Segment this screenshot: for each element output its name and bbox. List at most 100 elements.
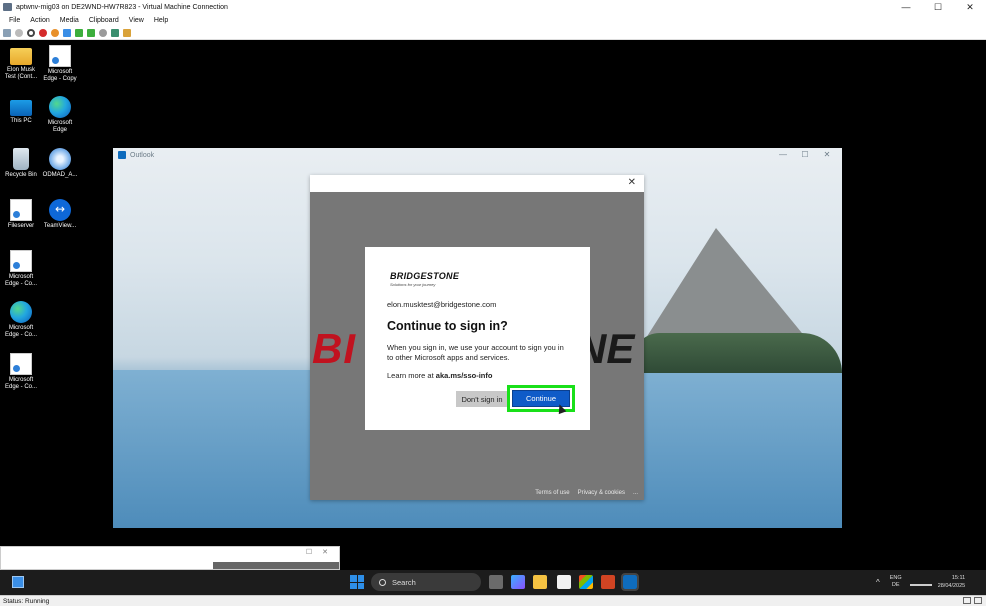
tray-overflow-icon[interactable]: ^ xyxy=(876,578,880,587)
privacy-link[interactable]: Privacy & cookies xyxy=(578,490,625,496)
vm-window-title: aptwnv-mig03 on DE2WND-HW7R823 - Virtual… xyxy=(16,3,228,11)
system-tray: ^ ENG DE 15:11 28/04/2025 xyxy=(876,574,965,590)
desktop-icon-edge-co-1[interactable]: Microsoft Edge - Co... xyxy=(1,250,41,288)
desktop-icon-edge-copy[interactable]: Microsoft Edge - Copy xyxy=(40,45,80,83)
vm-menubar: File Action Media Clipboard View Help xyxy=(0,14,986,26)
clock-date: 28/04/2025 xyxy=(937,583,966,589)
account-email: elon.musktest@bridgestone.com xyxy=(387,300,497,309)
outlook-titlebar: Outlook — ☐ ✕ xyxy=(113,148,842,162)
logo-wordmark: BRIDGESTONE xyxy=(390,271,460,281)
vm-titlebar: aptwnv-mig03 on DE2WND-HW7R823 - Virtual… xyxy=(0,0,986,14)
enhanced-session-icon[interactable] xyxy=(123,28,131,37)
edge-icon xyxy=(10,301,32,323)
start-tile xyxy=(357,575,364,582)
pause-icon[interactable] xyxy=(63,28,71,37)
desktop-icon-this-pc[interactable]: This PC xyxy=(1,96,41,125)
keyboard-layout: DE xyxy=(891,582,900,588)
turn-off-icon[interactable] xyxy=(27,28,35,37)
menu-media[interactable]: Media xyxy=(60,17,79,24)
file-shortcut-icon xyxy=(10,199,32,221)
file-explorer-icon[interactable] xyxy=(533,575,547,589)
outlook-title: Outlook xyxy=(130,151,155,159)
keyboard-icon xyxy=(963,597,971,604)
revert-icon[interactable] xyxy=(99,28,107,37)
desktop-icon-label: Recycle Bin xyxy=(5,172,37,178)
desktop-icon-label: Elon Musk Test (Cont... xyxy=(4,67,38,80)
desktop-icon-label: TeamView... xyxy=(43,223,77,229)
desktop-icon-edge-co-2[interactable]: Microsoft Edge - Co... xyxy=(1,301,41,339)
resume-icon[interactable] xyxy=(75,28,83,37)
desktop-icon-fileserver[interactable]: Fileserver xyxy=(1,199,41,230)
file-shortcut-icon xyxy=(49,45,71,67)
lock-icon xyxy=(974,597,982,604)
ctrl-alt-del-icon[interactable] xyxy=(3,28,11,37)
shutdown-icon[interactable] xyxy=(39,28,47,37)
language-indicator[interactable]: ENG DE xyxy=(890,575,902,589)
clock[interactable]: 15:11 28/04/2025 xyxy=(938,574,966,590)
file-shortcut-icon xyxy=(10,353,32,375)
more-options-icon[interactable]: ... xyxy=(633,490,638,496)
powerpoint-icon[interactable] xyxy=(601,575,615,589)
recycle-bin-icon xyxy=(13,148,29,170)
checkpoint-icon[interactable] xyxy=(111,28,119,37)
menu-action[interactable]: Action xyxy=(30,17,49,24)
brand-watermark-left: BI xyxy=(312,325,356,372)
taskbar-search[interactable]: Search xyxy=(371,573,481,591)
dont-sign-in-button[interactable]: Don't sign in xyxy=(456,391,508,407)
vm-status-text: Status: Running xyxy=(3,597,50,605)
maximize-icon[interactable]: ☐ xyxy=(301,548,317,556)
horizontal-scrollbar[interactable] xyxy=(213,562,339,569)
maximize-icon[interactable]: ☐ xyxy=(794,148,816,162)
terms-link[interactable]: Terms of use xyxy=(535,490,569,496)
background-window-controls: ☐ ✕ xyxy=(301,548,333,556)
desktop-icon-edge-co-3[interactable]: Microsoft Edge - Co... xyxy=(1,353,41,391)
vm-app-icon xyxy=(3,3,12,11)
menu-file[interactable]: File xyxy=(9,17,20,24)
start-vm-icon[interactable] xyxy=(15,28,23,37)
learn-more-text: Learn more at aka.ms/sso-info xyxy=(387,371,492,380)
close-icon[interactable]: ✕ xyxy=(628,177,636,188)
copilot-icon[interactable] xyxy=(511,575,525,589)
desktop-icon-edge[interactable]: Microsoft Edge xyxy=(40,96,80,134)
minimize-icon[interactable]: — xyxy=(890,0,922,14)
desktop-icon-teamviewer[interactable]: TeamView... xyxy=(40,199,80,230)
desktop-icon-label: ODMAD_A... xyxy=(42,172,78,178)
mountain-shape xyxy=(646,228,806,338)
network-volume-icon[interactable] xyxy=(909,578,932,586)
start-button[interactable] xyxy=(350,575,364,589)
statusbar-icons xyxy=(960,597,982,604)
maximize-icon[interactable]: ☐ xyxy=(922,0,954,14)
taskbar-widget-icon[interactable] xyxy=(12,576,24,588)
learn-more-prefix: Learn more at xyxy=(387,371,436,380)
learn-more-link[interactable]: aka.ms/sso-info xyxy=(436,371,493,380)
minimize-icon[interactable]: — xyxy=(772,148,794,162)
close-icon[interactable]: ✕ xyxy=(816,148,838,162)
search-placeholder: Search xyxy=(392,577,416,587)
store-icon[interactable] xyxy=(579,575,593,589)
close-icon[interactable]: ✕ xyxy=(954,0,986,14)
menu-help[interactable]: Help xyxy=(154,17,168,24)
menu-view[interactable]: View xyxy=(129,17,144,24)
desktop-icon-label: Microsoft Edge - Co... xyxy=(4,377,37,390)
start-tile xyxy=(357,582,364,589)
reset-icon[interactable] xyxy=(87,28,95,37)
logo-tagline: Solutions for your journey xyxy=(390,282,436,287)
save-state-icon[interactable] xyxy=(51,28,59,37)
signin-card: BRIDGESTONE Solutions for your journey e… xyxy=(365,247,590,430)
desktop-icon-elon-musk-test[interactable]: Elon Musk Test (Cont... xyxy=(1,45,41,81)
desktop-icon-label: Microsoft Edge - Copy xyxy=(43,69,77,82)
desktop-icon-recycle-bin[interactable]: Recycle Bin xyxy=(1,148,41,179)
file-shortcut-icon xyxy=(10,250,32,272)
signin-heading: Continue to sign in? xyxy=(387,319,508,333)
close-icon[interactable]: ✕ xyxy=(317,548,333,556)
desktop-icon-label: Microsoft Edge - Co... xyxy=(4,325,37,338)
task-view-icon[interactable] xyxy=(489,575,503,589)
start-tile xyxy=(350,582,357,589)
desktop-icon-odmad[interactable]: ODMAD_A... xyxy=(40,148,80,179)
outlook-taskbar-icon[interactable] xyxy=(621,573,639,591)
desktop-icon-label: Microsoft Edge xyxy=(47,120,73,133)
menu-clipboard[interactable]: Clipboard xyxy=(89,17,119,24)
document-app-icon[interactable] xyxy=(557,575,571,589)
desktop-icon-label: Fileserver xyxy=(7,223,35,229)
desktop-icon-label: This PC xyxy=(10,118,32,124)
